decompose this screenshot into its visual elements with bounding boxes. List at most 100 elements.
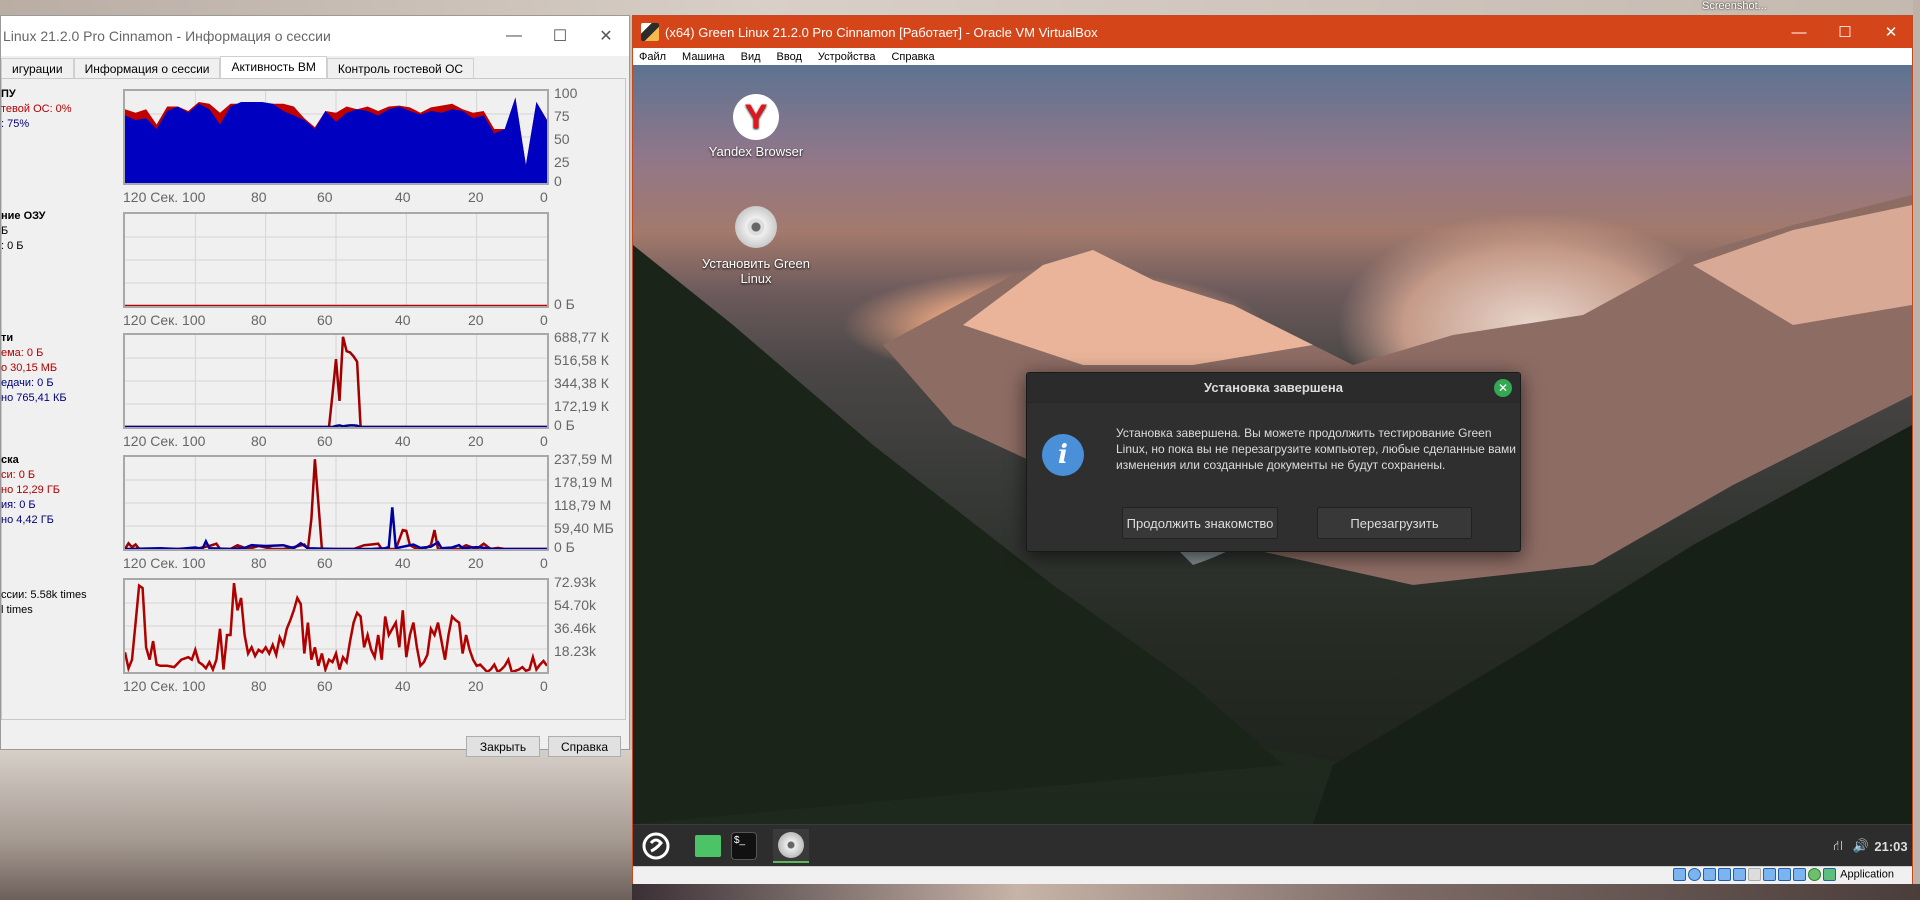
cpu-icon[interactable] bbox=[1792, 868, 1806, 881]
close-dialog-button[interactable]: Закрыть bbox=[466, 736, 540, 757]
dialog-close-icon[interactable]: ✕ bbox=[1494, 379, 1512, 397]
y-tick-label: 36.46k bbox=[554, 620, 597, 636]
audio-icon[interactable] bbox=[1702, 868, 1716, 881]
optical-drive-icon[interactable] bbox=[1687, 868, 1701, 881]
stat-line: l times bbox=[1, 604, 33, 616]
menu-file[interactable]: Файл bbox=[639, 51, 666, 63]
desktop-icon-install[interactable]: Установить Green Linux bbox=[701, 206, 811, 286]
x-tick-label: 40 bbox=[395, 433, 411, 449]
x-tick-label: 80 bbox=[251, 189, 267, 205]
shared-folders-icon[interactable] bbox=[1747, 868, 1761, 881]
stat-line: о 30,15 МБ bbox=[1, 362, 58, 374]
stat-line: Б bbox=[1, 225, 9, 237]
x-tick-label: 0 bbox=[540, 312, 548, 328]
y-tick-label: 54.70k bbox=[554, 597, 597, 613]
x-tick-label: 0 bbox=[540, 678, 548, 694]
x-tick-label: 80 bbox=[251, 433, 267, 449]
stat-line: ема: 0 Б bbox=[1, 347, 44, 359]
tab-configuration[interactable]: игурации bbox=[1, 58, 74, 80]
network-icon[interactable]: ⛙ bbox=[1828, 829, 1848, 863]
window-title: (x64) Green Linux 21.2.0 Pro Cinnamon [Р… bbox=[665, 24, 1098, 40]
folder-icon bbox=[695, 835, 721, 857]
virtualbox-icon bbox=[641, 23, 659, 41]
tab-session-info[interactable]: Информация о сессии bbox=[73, 58, 221, 80]
y-tick-label: 688,77 К bbox=[554, 329, 609, 345]
disk-stats: ска си: 0 Б но 12,29 ГБ ия: 0 Б но 4,42 ГБ bbox=[1, 453, 60, 528]
stat-line: но 4,42 ГБ bbox=[1, 514, 54, 526]
menu-help[interactable]: Справка bbox=[891, 51, 934, 63]
y-tick-label: 0 Б bbox=[554, 417, 575, 433]
dialog-title: Установка завершена bbox=[1027, 373, 1520, 403]
stat-line: ия: 0 Б bbox=[1, 499, 36, 511]
menu-devices[interactable]: Устройства bbox=[818, 51, 876, 63]
x-tick-label: 20 bbox=[468, 312, 484, 328]
y-tick-label: 0 Б bbox=[554, 296, 575, 312]
window-title: Linux 21.2.0 Pro Cinnamon - Информация о… bbox=[3, 28, 331, 44]
menu-machine[interactable]: Машина bbox=[682, 51, 725, 63]
x-tick-label: 20 bbox=[468, 555, 484, 571]
installer-task[interactable] bbox=[773, 829, 809, 863]
x-tick-label: 60 bbox=[317, 678, 333, 694]
x-tick-label: 0 bbox=[540, 189, 548, 205]
rate-chart-plot bbox=[125, 580, 547, 672]
close-button[interactable]: ✕ bbox=[583, 16, 629, 56]
usb-icon[interactable] bbox=[1732, 868, 1746, 881]
keyboard-icon[interactable] bbox=[1822, 868, 1836, 881]
maximize-button[interactable]: ☐ bbox=[1822, 16, 1868, 48]
x-tick-label: 0 bbox=[540, 555, 548, 571]
y-tick-label: 178,19 М bbox=[554, 474, 613, 490]
x-tick-label: 80 bbox=[251, 678, 267, 694]
tab-vm-activity[interactable]: Активность ВМ bbox=[220, 56, 327, 80]
cd-icon bbox=[735, 206, 777, 248]
stat-line: но 12,29 ГБ bbox=[1, 484, 61, 496]
install-complete-dialog: Установка завершена ✕ i Установка заверш… bbox=[1026, 372, 1521, 552]
minimize-button[interactable]: — bbox=[491, 16, 537, 56]
menu-bar: Файл Машина Вид Ввод Устройства Справка bbox=[633, 48, 1912, 65]
x-tick-label: 120 Сек. 100 bbox=[123, 555, 206, 571]
desktop-file-label[interactable]: Screenshot... bbox=[1702, 0, 1767, 12]
menu-view[interactable]: Вид bbox=[741, 51, 761, 63]
cinnamon-panel: $_ ⛙ 🔊 21:03 bbox=[633, 824, 1912, 866]
y-tick-label: 75 bbox=[554, 108, 570, 124]
disk-chart-plot bbox=[125, 457, 547, 549]
y-tick-label: 18.23k bbox=[554, 643, 597, 659]
x-tick-label: 80 bbox=[251, 555, 267, 571]
minimize-button[interactable]: — bbox=[1776, 16, 1822, 48]
files-launcher[interactable] bbox=[693, 829, 723, 863]
mouse-integration-icon[interactable] bbox=[1807, 868, 1821, 881]
terminal-icon: $_ bbox=[731, 832, 757, 860]
distro-logo-icon bbox=[642, 832, 670, 860]
cpu-chart-plot bbox=[125, 91, 547, 183]
network-adapter-icon[interactable] bbox=[1717, 868, 1731, 881]
stat-line: си: 0 Б bbox=[1, 469, 36, 481]
section-title: ти bbox=[1, 332, 14, 344]
maximize-button[interactable]: ☐ bbox=[537, 16, 583, 56]
y-tick-label: 100 bbox=[554, 85, 578, 101]
y-tick-label: 59,40 МБ bbox=[554, 520, 614, 536]
continue-button[interactable]: Продолжить знакомство bbox=[1122, 507, 1278, 539]
stat-line: едачи: 0 Б bbox=[1, 377, 54, 389]
recording-icon[interactable] bbox=[1777, 868, 1791, 881]
rate-stats: ссии: 5.58k times l times bbox=[1, 588, 87, 618]
host-desktop-background bbox=[0, 0, 1920, 16]
menu-input[interactable]: Ввод bbox=[777, 51, 802, 63]
restart-button[interactable]: Перезагрузить bbox=[1317, 507, 1472, 539]
menu-button[interactable] bbox=[639, 829, 673, 863]
ram-chart-plot bbox=[125, 214, 547, 306]
x-tick-label: 80 bbox=[251, 312, 267, 328]
desktop-icon-yandex-browser[interactable]: Y Yandex Browser bbox=[696, 94, 816, 159]
clock[interactable]: 21:03 bbox=[1873, 829, 1909, 863]
cpu-chart bbox=[123, 89, 549, 185]
close-button[interactable]: ✕ bbox=[1868, 16, 1914, 48]
terminal-launcher[interactable]: $_ bbox=[727, 829, 761, 863]
y-tick-label: 344,38 К bbox=[554, 375, 609, 391]
host-desktop-background bbox=[1913, 0, 1920, 900]
hard-disk-icon[interactable] bbox=[1672, 868, 1686, 881]
net-chart-plot bbox=[125, 335, 547, 427]
x-tick-label: 120 Сек. 100 bbox=[123, 189, 206, 205]
help-button[interactable]: Справка bbox=[548, 736, 621, 757]
tab-guest-control[interactable]: Контроль гостевой ОС bbox=[326, 58, 475, 80]
display-icon[interactable] bbox=[1762, 868, 1776, 881]
guest-desktop[interactable]: Y Yandex Browser Установить Green Linux … bbox=[633, 65, 1912, 824]
volume-icon[interactable]: 🔊 bbox=[1851, 829, 1871, 863]
